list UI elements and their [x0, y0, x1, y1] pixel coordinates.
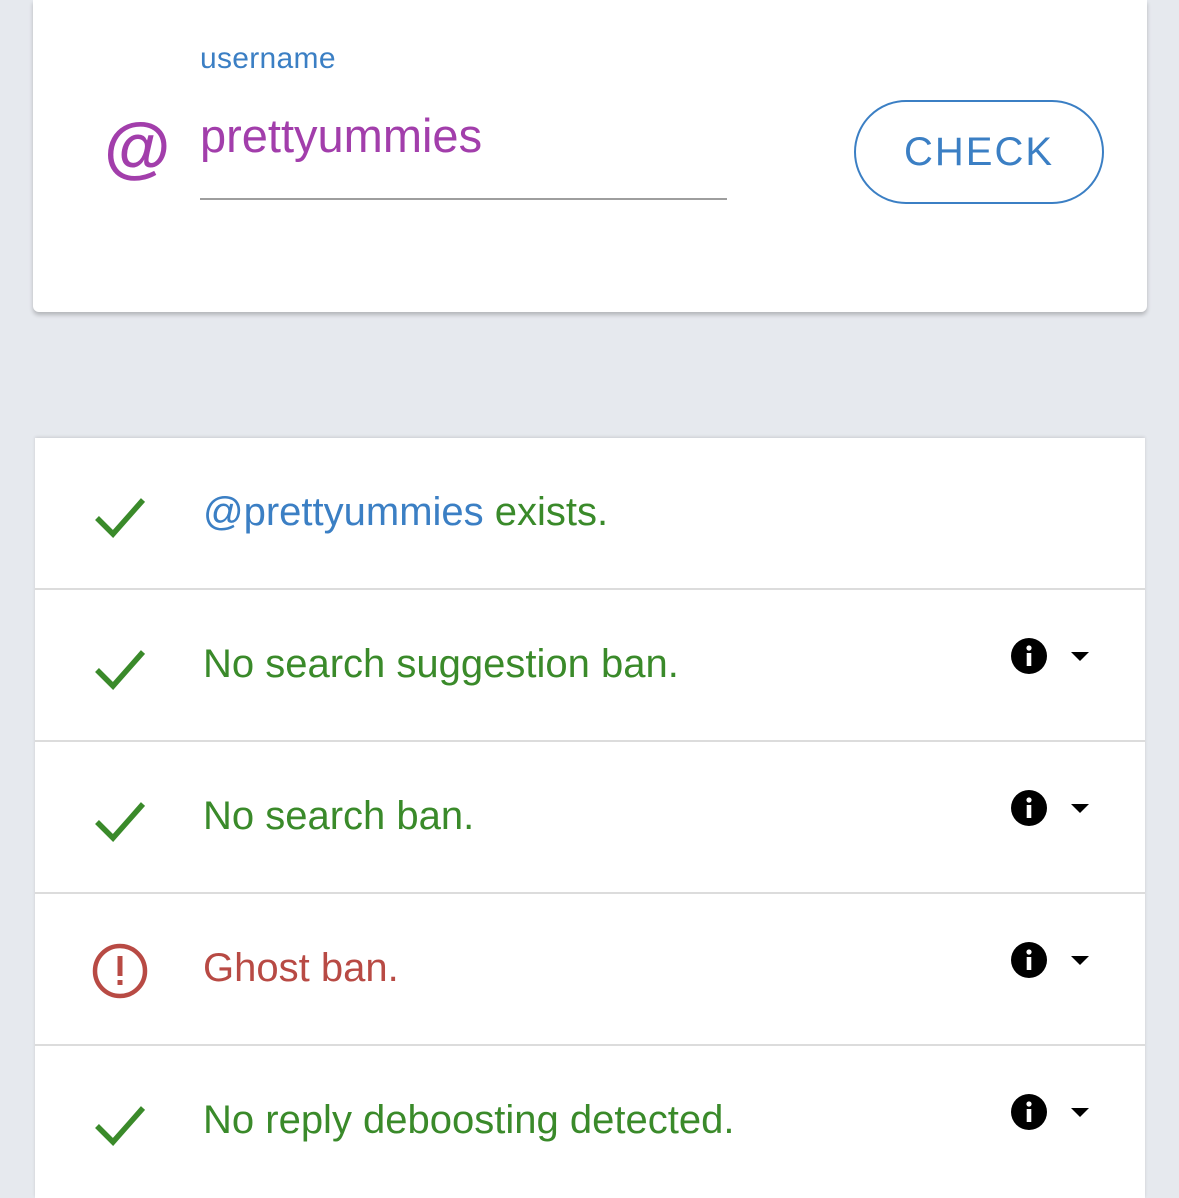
check-button[interactable]: CHECK [854, 100, 1104, 204]
username-check-card: username @ CHECK [33, 0, 1147, 312]
username-label: username [200, 42, 336, 75]
profile-handle-link[interactable]: @prettyummies [203, 490, 484, 534]
username-input[interactable] [200, 104, 727, 200]
result-row-exists: @prettyummies exists. [35, 438, 1145, 590]
result-text: No search suggestion ban. [203, 642, 679, 686]
result-text-suffix: exists. [483, 490, 609, 534]
result-row-search-suggestion-ban[interactable]: No search suggestion ban. [35, 590, 1145, 742]
info-icon[interactable] [1011, 942, 1047, 978]
result-text: @prettyummies exists. [203, 488, 608, 536]
result-text: No search ban. [203, 794, 475, 838]
caret-down-icon[interactable] [1071, 650, 1089, 662]
caret-down-icon[interactable] [1071, 954, 1089, 966]
checkmark-icon [95, 498, 146, 539]
info-icon[interactable] [1011, 1094, 1047, 1130]
result-text: No reply deboosting detected. [203, 1098, 735, 1142]
result-row-reply-deboosting[interactable]: No reply deboosting detected. [35, 1046, 1145, 1198]
checkmark-icon [95, 650, 146, 691]
at-sign-icon: @ [103, 110, 170, 186]
results-list: @prettyummies exists. No search suggesti… [35, 438, 1145, 1198]
alert-circle-icon [92, 943, 148, 999]
checkmark-icon [95, 802, 146, 843]
result-row-search-ban[interactable]: No search ban. [35, 742, 1145, 894]
info-icon[interactable] [1011, 790, 1047, 826]
result-text: Ghost ban. [203, 946, 399, 990]
info-icon[interactable] [1011, 638, 1047, 674]
caret-down-icon[interactable] [1071, 1106, 1089, 1118]
caret-down-icon[interactable] [1071, 802, 1089, 814]
checkmark-icon [95, 1106, 146, 1147]
result-row-ghost-ban[interactable]: Ghost ban. [35, 894, 1145, 1046]
